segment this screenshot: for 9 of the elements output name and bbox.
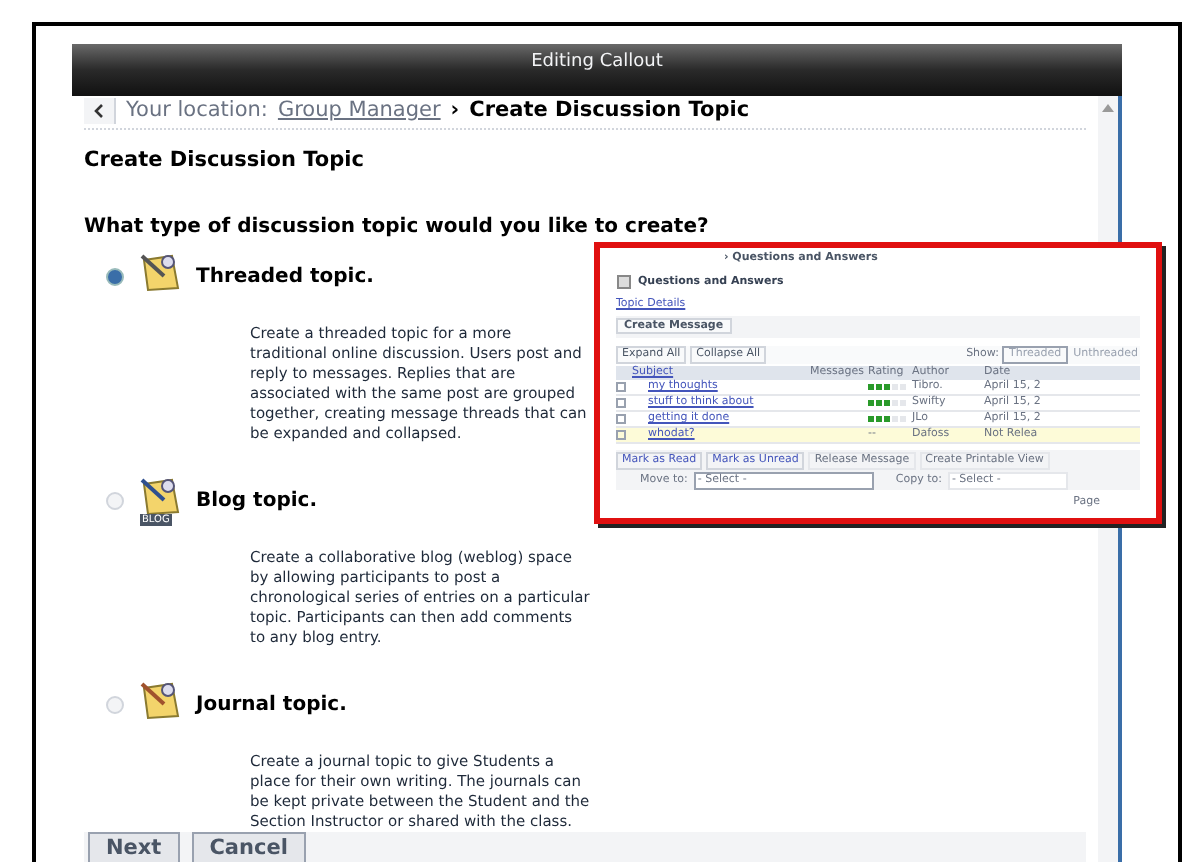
option-title: Threaded topic.: [196, 264, 374, 292]
page-heading: Create Discussion Topic: [84, 145, 366, 176]
option-title: Journal topic.: [196, 692, 347, 720]
window-title: Editing Callout: [531, 50, 663, 76]
breadcrumb-separator: ›: [450, 96, 460, 126]
location-label: Your location:: [126, 96, 268, 126]
option-title: Blog topic.: [196, 488, 318, 516]
breadcrumb-current: Create Discussion Topic: [469, 96, 750, 126]
question-text: What type of discussion topic would you like to create?: [84, 213, 709, 239]
